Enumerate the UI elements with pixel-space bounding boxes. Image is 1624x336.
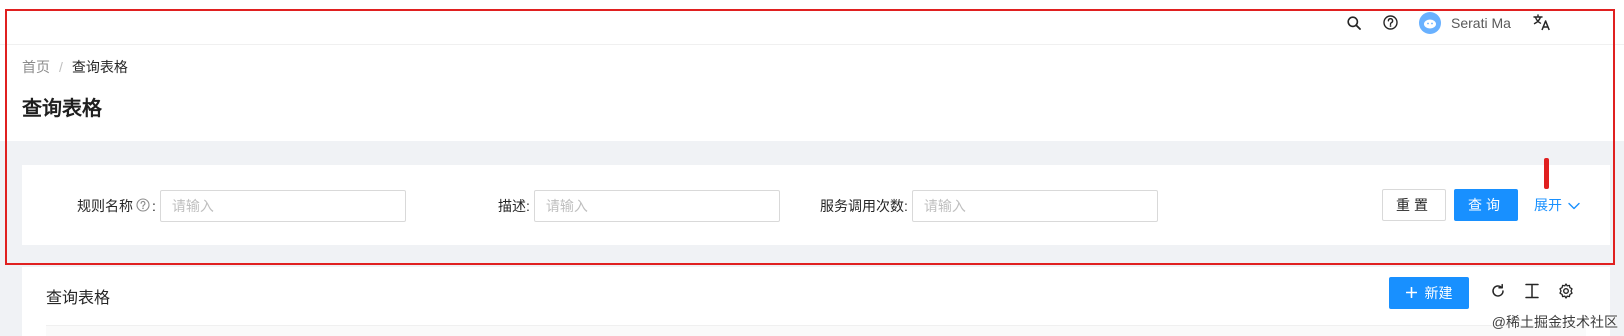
watermark: @稀土掘金技术社区: [1491, 314, 1618, 330]
avatar: [1419, 11, 1441, 34]
page: Serati Ma 首页 / 查询表格 查询表格 规则名称 : 请输入 描述: …: [0, 0, 1624, 336]
breadcrumb-home-link[interactable]: 首页: [22, 57, 50, 77]
translation-icon: [1533, 14, 1551, 31]
reset-button[interactable]: 重置: [1382, 189, 1446, 221]
form-item-call-count: 服务调用次数:: [820, 190, 1158, 222]
annotation-marker: [1544, 158, 1549, 189]
language-switch-button[interactable]: [1527, 0, 1557, 45]
search-form: 规则名称 : 描述: 服务调用次数: 重置 查询 展开: [22, 165, 1610, 245]
form-label-rule-name: 规则名称 :: [77, 196, 156, 216]
settings-button[interactable]: [1556, 282, 1576, 304]
form-item-rule-name: 规则名称 :: [77, 190, 406, 222]
search-icon: [1347, 15, 1361, 30]
plus-icon: [1405, 285, 1425, 301]
reload-button[interactable]: [1488, 283, 1508, 303]
form-item-description: 描述:: [498, 190, 780, 222]
new-button-label: 新建: [1424, 285, 1453, 301]
table-card: 查询表格 新建: [22, 267, 1610, 336]
header-help-button[interactable]: [1376, 0, 1404, 45]
global-header: Serati Ma: [0, 0, 1624, 45]
expand-toggle[interactable]: 展开: [1534, 189, 1580, 221]
question-circle-icon: [1382, 15, 1398, 30]
new-button[interactable]: 新建: [1389, 277, 1469, 309]
table-title: 查询表格: [46, 290, 111, 307]
rule-name-input[interactable]: [159, 190, 406, 222]
breadcrumb: 首页 / 查询表格: [22, 57, 128, 77]
description-input[interactable]: [533, 190, 780, 222]
setting-icon: [1558, 282, 1574, 304]
call-count-input[interactable]: [911, 190, 1158, 222]
reload-icon: [1490, 283, 1506, 304]
breadcrumb-current: 查询表格: [71, 59, 128, 75]
chevron-down-icon: [1562, 197, 1580, 213]
page-title: 查询表格: [22, 98, 102, 120]
rule-name-label-text: 规则名称: [77, 198, 133, 214]
rule-name-label-colon: :: [152, 198, 156, 214]
breadcrumb-separator: /: [59, 59, 63, 75]
form-label-call-count: 服务调用次数:: [820, 198, 908, 214]
form-label-description: 描述:: [498, 198, 530, 214]
page-header: 首页 / 查询表格 查询表格: [0, 45, 1624, 141]
question-circle-icon[interactable]: [136, 197, 150, 215]
query-button[interactable]: 查询: [1454, 189, 1518, 221]
user-name: Serati Ma: [1451, 14, 1511, 31]
table-header-strip: [46, 325, 1586, 336]
header-search-button[interactable]: [1340, 0, 1368, 45]
user-menu[interactable]: Serati Ma: [1419, 0, 1529, 45]
density-button[interactable]: [1522, 283, 1542, 303]
column-height-icon: [1525, 283, 1539, 304]
expand-label: 展开: [1534, 197, 1562, 213]
